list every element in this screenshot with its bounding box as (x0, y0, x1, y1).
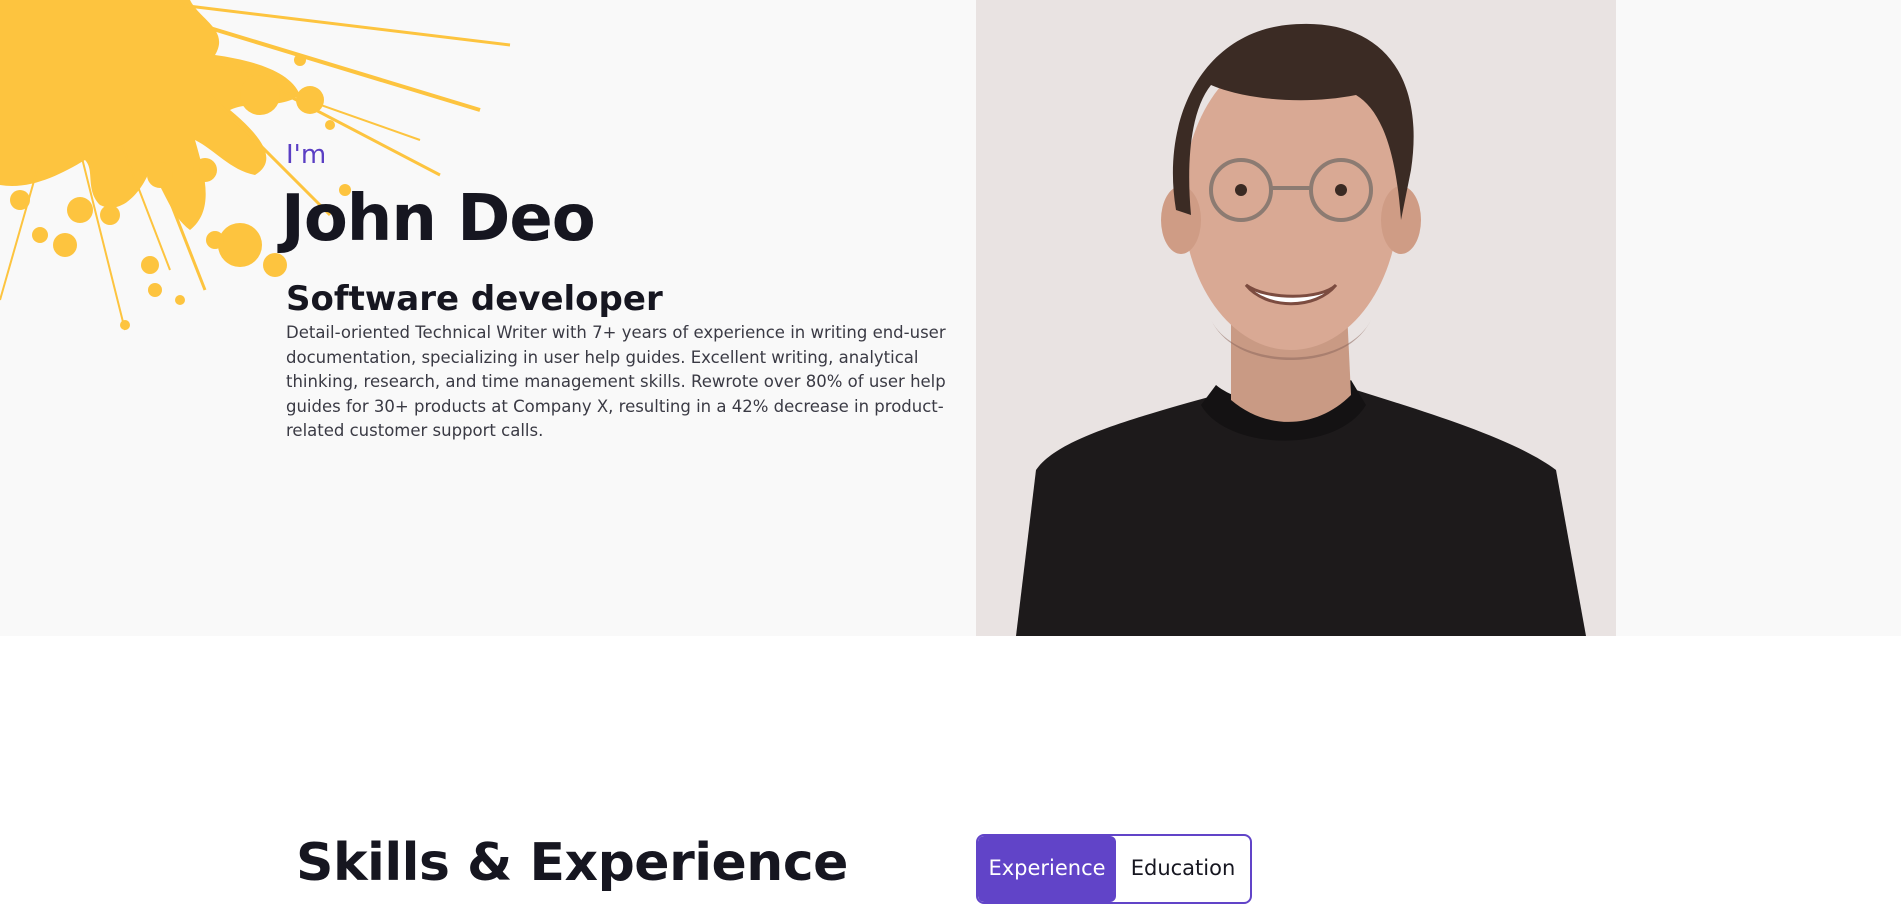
hero-name: John Deo (281, 182, 596, 256)
hero-role: Software developer (286, 279, 663, 319)
intro-block: I'm John Deo Software developer Detail-o… (281, 137, 946, 444)
hero-section: I'm John Deo Software developer Detail-o… (0, 0, 1901, 636)
skills-section-title: Skills & Experience (296, 833, 848, 893)
profile-photo (976, 0, 1616, 636)
experience-education-tabs: Experience Education (976, 834, 1252, 904)
tab-education[interactable]: Education (1116, 836, 1250, 902)
greeting-text: I'm (286, 140, 327, 170)
tab-experience[interactable]: Experience (978, 836, 1116, 902)
hero-bio: Detail-oriented Technical Writer with 7+… (286, 323, 946, 441)
